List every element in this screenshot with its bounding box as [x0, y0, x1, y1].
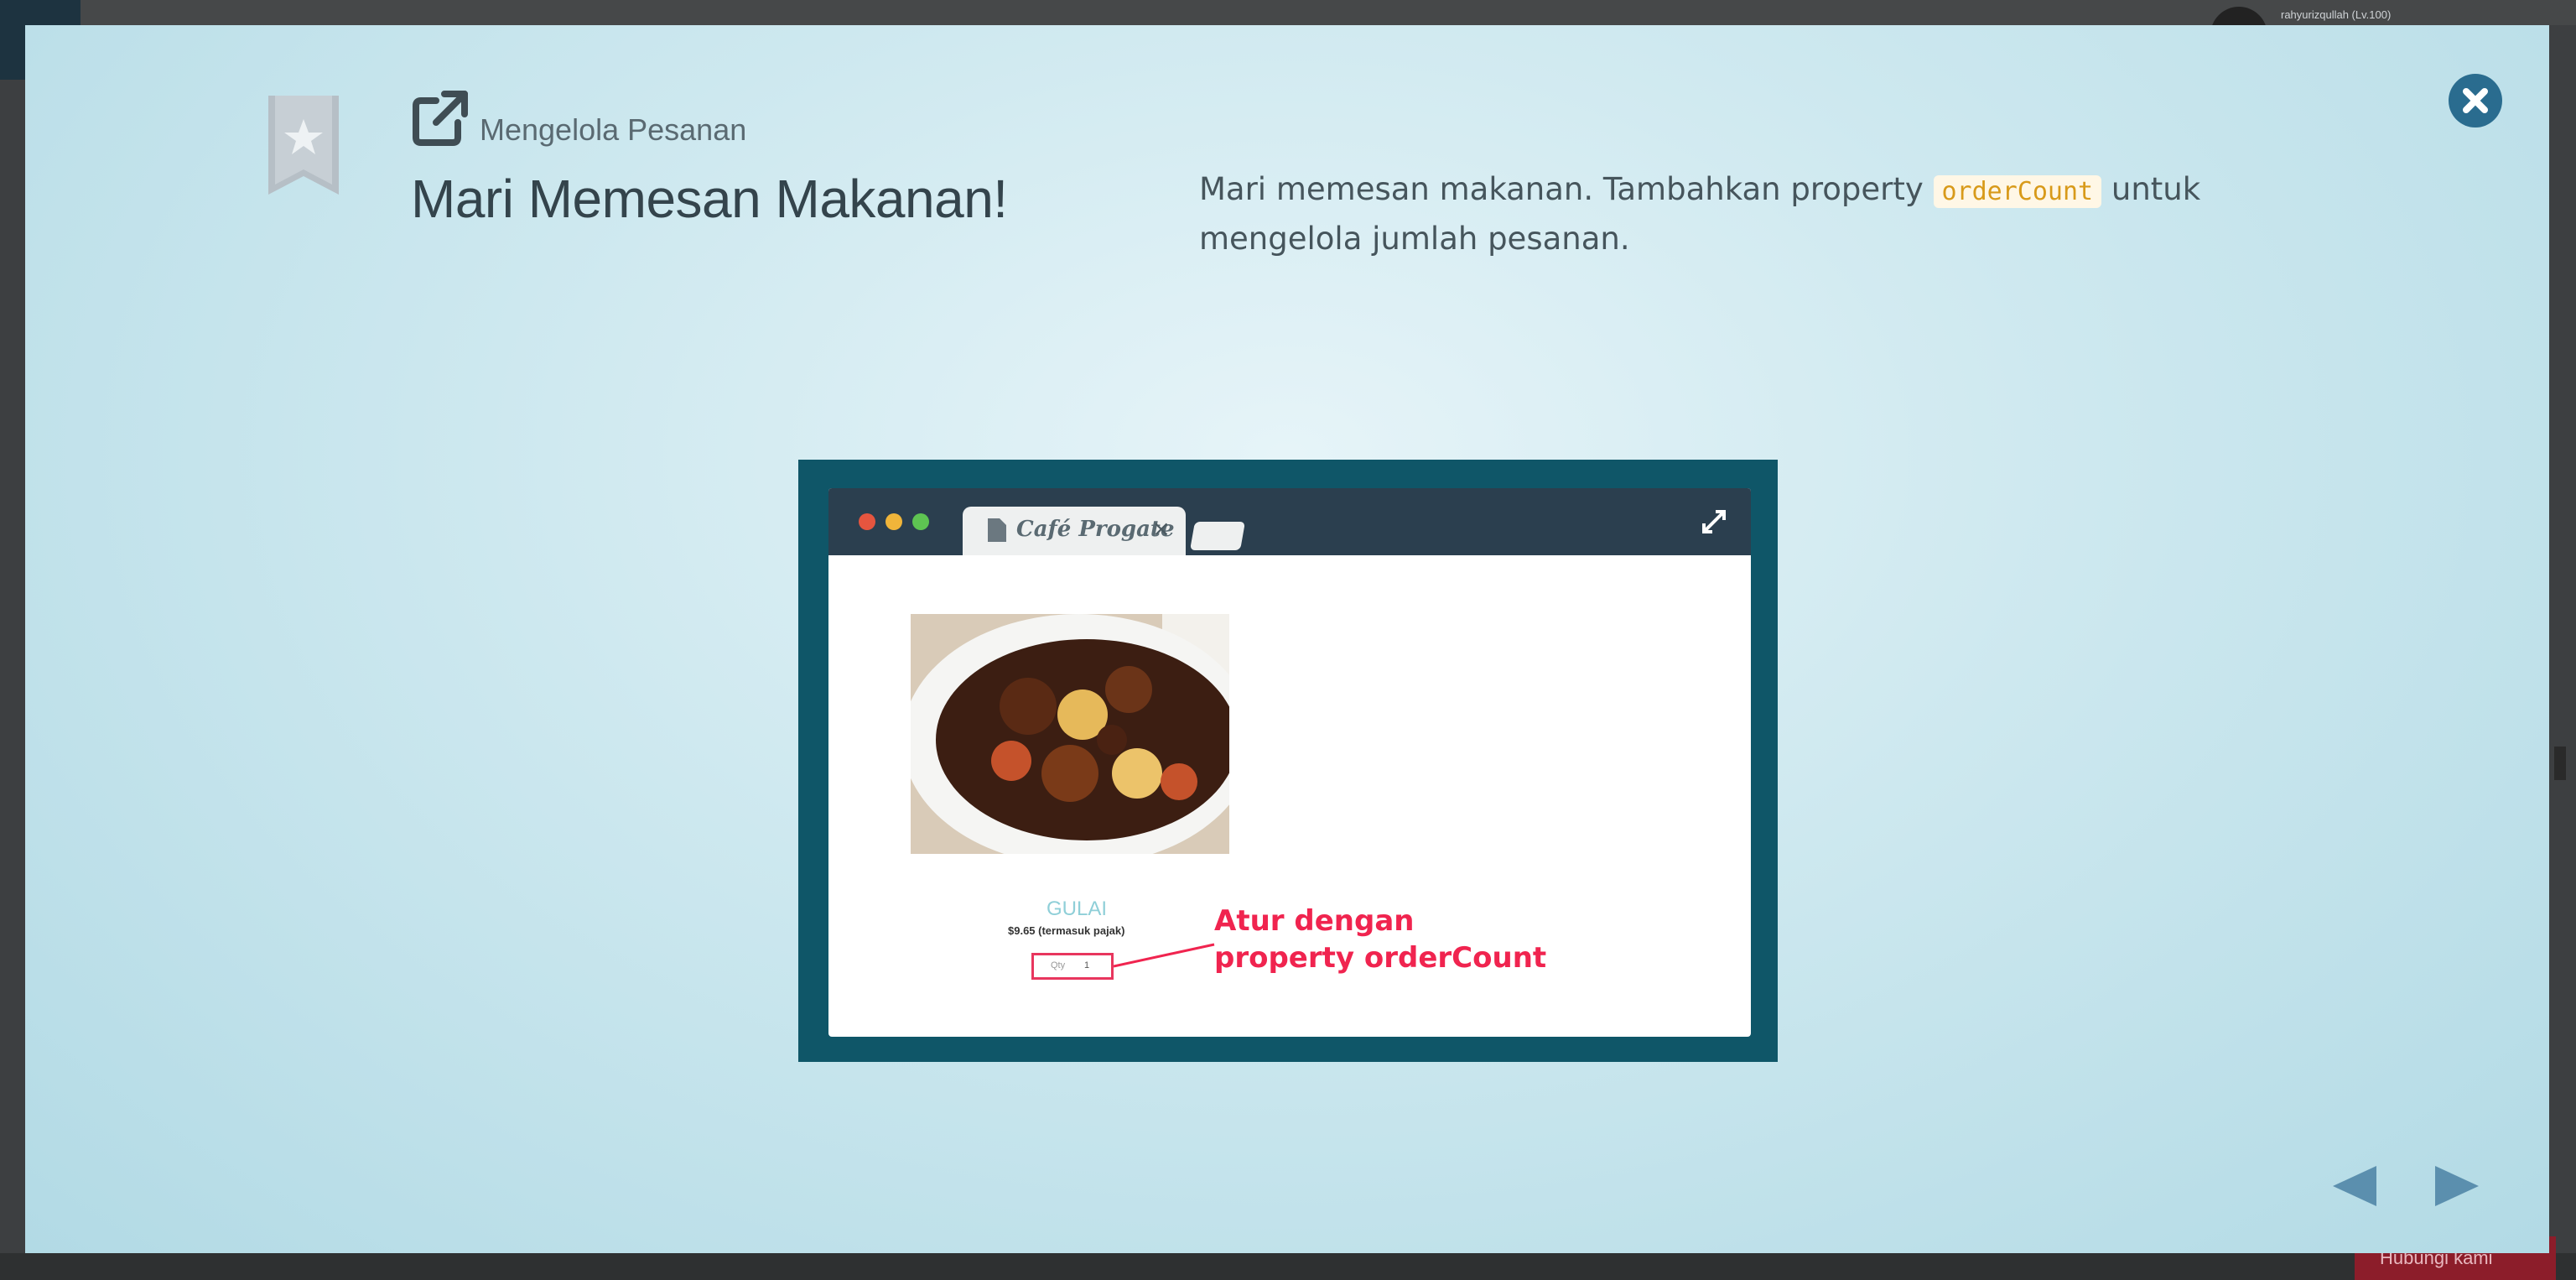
callout-annotation: Atur dengan property orderCount — [1214, 904, 1547, 975]
tab-close-icon: × — [1152, 517, 1171, 542]
quantity-field: Qty 1 — [1031, 953, 1114, 980]
qty-label: Qty — [1051, 960, 1066, 970]
browser-titlebar: Café Progate × — [828, 488, 1751, 555]
scrollbar-thumb[interactable] — [2554, 747, 2566, 780]
previous-slide-button[interactable] — [2329, 1163, 2380, 1210]
next-slide-button[interactable] — [2432, 1163, 2482, 1210]
close-button[interactable] — [2449, 74, 2502, 127]
browser-mockup: Café Progate × GULAI $9.65 (termasuk paj… — [828, 488, 1751, 1037]
food-price: $9.65 (termasuk pajak) — [1008, 924, 1125, 937]
qty-value: 1 — [1084, 960, 1090, 970]
tab-title: Café Progate — [1016, 517, 1175, 542]
callout-line — [1114, 943, 1215, 968]
food-name: GULAI — [1046, 898, 1108, 920]
slide-modal: Mengelola Pesanan Mari Memesan Makanan! … — [25, 25, 2549, 1253]
external-link-icon — [413, 91, 468, 146]
description-text: Mari memesan makanan. Tambahkan property — [1199, 171, 1934, 207]
code-snippet: orderCount — [1933, 175, 2102, 208]
username-label: rahyurizqullah (Lv.100) — [2281, 8, 2392, 21]
expand-icon — [1702, 510, 1726, 533]
document-icon — [988, 518, 1006, 542]
bookmark-star-icon[interactable] — [268, 96, 339, 195]
window-dot-green — [912, 513, 929, 530]
background-header — [0, 0, 2576, 25]
window-dot-red — [859, 513, 875, 530]
window-dot-yellow — [886, 513, 902, 530]
section-label: Mengelola Pesanan — [480, 112, 747, 147]
food-photo — [911, 614, 1229, 854]
slide-title: Mari Memesan Makanan! — [411, 169, 1008, 229]
slide-description: Mari memesan makanan. Tambahkan property… — [1199, 166, 2256, 263]
close-icon — [2463, 88, 2488, 113]
browser-tab: Café Progate × — [963, 507, 1186, 555]
curry-illustration — [911, 614, 1229, 854]
slide-illustration: Café Progate × GULAI $9.65 (termasuk paj… — [798, 460, 1778, 1062]
background-footer — [0, 1253, 2576, 1280]
new-tab — [1190, 522, 1245, 550]
